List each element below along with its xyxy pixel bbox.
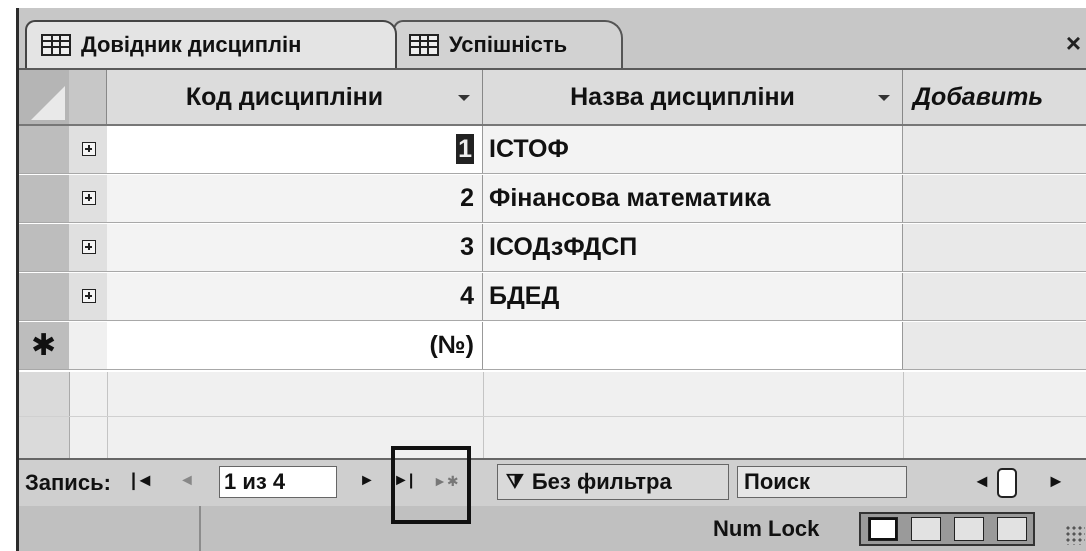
grid-line (483, 372, 484, 458)
add-column-cell[interactable] (903, 175, 1086, 222)
add-column-cell[interactable] (903, 273, 1086, 320)
datasheet-grid: Код дисципліни Назва дисципліни Добавить… (19, 70, 1086, 458)
datasheet-window: Довідник дисциплін Успішність × Код дисц… (16, 8, 1086, 551)
scroll-thumb[interactable] (997, 468, 1017, 498)
expand-plus-icon[interactable] (82, 289, 96, 303)
filter-button[interactable]: ⧩ Без фильтра (497, 464, 729, 500)
name-cell[interactable] (483, 322, 903, 369)
name-value: БДЕД (489, 282, 560, 310)
name-cell[interactable]: Фінансова математика (483, 175, 903, 222)
expand-cell (69, 322, 108, 369)
expand-plus-icon[interactable] (82, 142, 96, 156)
code-value: 4 (460, 282, 474, 310)
record-value: 1 из 4 (224, 469, 286, 494)
new-record-star-icon: ✱ (31, 329, 57, 362)
horizontal-scrollbar[interactable]: ◄ ► (959, 466, 1086, 500)
expand-column-header (69, 70, 107, 124)
row-selector[interactable] (19, 126, 70, 173)
column-header-label: Код дисципліни (185, 82, 384, 111)
grid-line (19, 416, 1086, 417)
status-separator (199, 506, 201, 551)
expand-cell (69, 273, 108, 320)
code-cell[interactable]: 2 (107, 175, 483, 222)
row-selector[interactable]: ✱ (19, 322, 70, 369)
row-selector[interactable] (19, 273, 70, 320)
code-cell[interactable]: 1 (107, 126, 483, 173)
dropdown-arrow-icon[interactable] (458, 95, 470, 101)
row-selector[interactable] (19, 224, 70, 271)
code-cell[interactable]: (№) (107, 322, 483, 369)
table-row[interactable]: 3 ІСОДзФДСП (19, 224, 1086, 272)
search-input[interactable]: Поиск (737, 466, 907, 498)
select-all-button[interactable] (19, 70, 70, 124)
add-column-cell[interactable] (903, 126, 1086, 173)
expand-plus-icon[interactable] (82, 240, 96, 254)
empty-expand-column (69, 372, 108, 458)
dropdown-arrow-icon[interactable] (878, 95, 890, 101)
name-value: Фінансова математика (489, 184, 771, 212)
name-value: ІСТОФ (489, 135, 569, 163)
code-value: 1 (456, 134, 474, 164)
new-record-row[interactable]: ✱ (№) (19, 322, 1086, 370)
add-column-cell[interactable] (903, 224, 1086, 271)
row-selector[interactable] (19, 175, 70, 222)
status-bar: Num Lock (19, 506, 1086, 551)
current-record-input[interactable]: 1 из 4 (219, 466, 337, 498)
highlight-box (391, 446, 471, 524)
code-value: 3 (460, 233, 474, 261)
empty-selector-column (19, 372, 70, 458)
name-cell[interactable]: ІСОДзФДСП (483, 224, 903, 271)
filter-label: Без фильтра (531, 469, 672, 494)
table-icon (409, 34, 439, 56)
column-header-label: Назва дисципліни (570, 82, 795, 111)
grid-line (903, 372, 904, 458)
empty-grid-area (19, 372, 1086, 458)
column-header-nazva[interactable]: Назва дисципліни (483, 70, 903, 124)
code-cell[interactable]: 4 (107, 273, 483, 320)
pivottable-view-icon[interactable] (910, 517, 941, 541)
code-value: 2 (460, 184, 474, 212)
view-switcher (859, 512, 1035, 546)
name-value: ІСОДзФДСП (489, 233, 638, 261)
record-navigation-bar: Запись: |◄ ◄ 1 из 4 ► ►| ►✱ ⧩ Без фильтр… (19, 458, 1086, 508)
close-icon[interactable]: × (1066, 28, 1081, 59)
tab-label: Довідник дисциплін (81, 32, 302, 57)
name-cell[interactable]: БДЕД (483, 273, 903, 320)
grid-line (107, 372, 108, 458)
record-label: Запись: (25, 470, 111, 495)
scroll-right-icon[interactable]: ► (1047, 471, 1065, 492)
column-header-label: Добавить (913, 82, 1044, 111)
tab-dovidnyk-dyscyplin[interactable]: Довідник дисциплін (25, 20, 397, 68)
previous-record-button[interactable]: ◄ (179, 472, 195, 490)
next-record-button[interactable]: ► (359, 472, 375, 490)
expand-cell (69, 175, 108, 222)
expand-cell (69, 126, 108, 173)
table-icon (41, 34, 71, 56)
table-row[interactable]: 2 Фінансова математика (19, 175, 1086, 223)
design-view-icon[interactable] (996, 517, 1027, 541)
table-row[interactable]: 1 ІСТОФ (19, 126, 1086, 174)
first-record-button[interactable]: |◄ (131, 470, 154, 491)
code-cell[interactable]: 3 (107, 224, 483, 271)
tab-label: Успішність (449, 32, 568, 57)
code-placeholder: (№) (429, 331, 474, 359)
column-header-row: Код дисципліни Назва дисципліни Добавить (19, 70, 1086, 126)
table-row[interactable]: 4 БДЕД (19, 273, 1086, 321)
expand-plus-icon[interactable] (82, 191, 96, 205)
column-header-add[interactable]: Добавить (903, 70, 1086, 124)
resize-grip-icon[interactable] (1065, 525, 1085, 545)
tab-uspishnist[interactable]: Успішність (393, 20, 623, 68)
pivotchart-view-icon[interactable] (953, 517, 984, 541)
document-tab-bar: Довідник дисциплін Успішність × (19, 8, 1086, 70)
add-column-cell[interactable] (903, 322, 1086, 369)
numlock-indicator: Num Lock (713, 516, 820, 541)
scroll-left-icon[interactable]: ◄ (973, 471, 991, 492)
filter-icon: ⧩ (506, 470, 524, 493)
column-header-kod[interactable]: Код дисципліни (107, 70, 483, 124)
name-cell[interactable]: ІСТОФ (483, 126, 903, 173)
datasheet-view-icon[interactable] (867, 517, 898, 541)
expand-cell (69, 224, 108, 271)
search-placeholder: Поиск (744, 469, 811, 494)
